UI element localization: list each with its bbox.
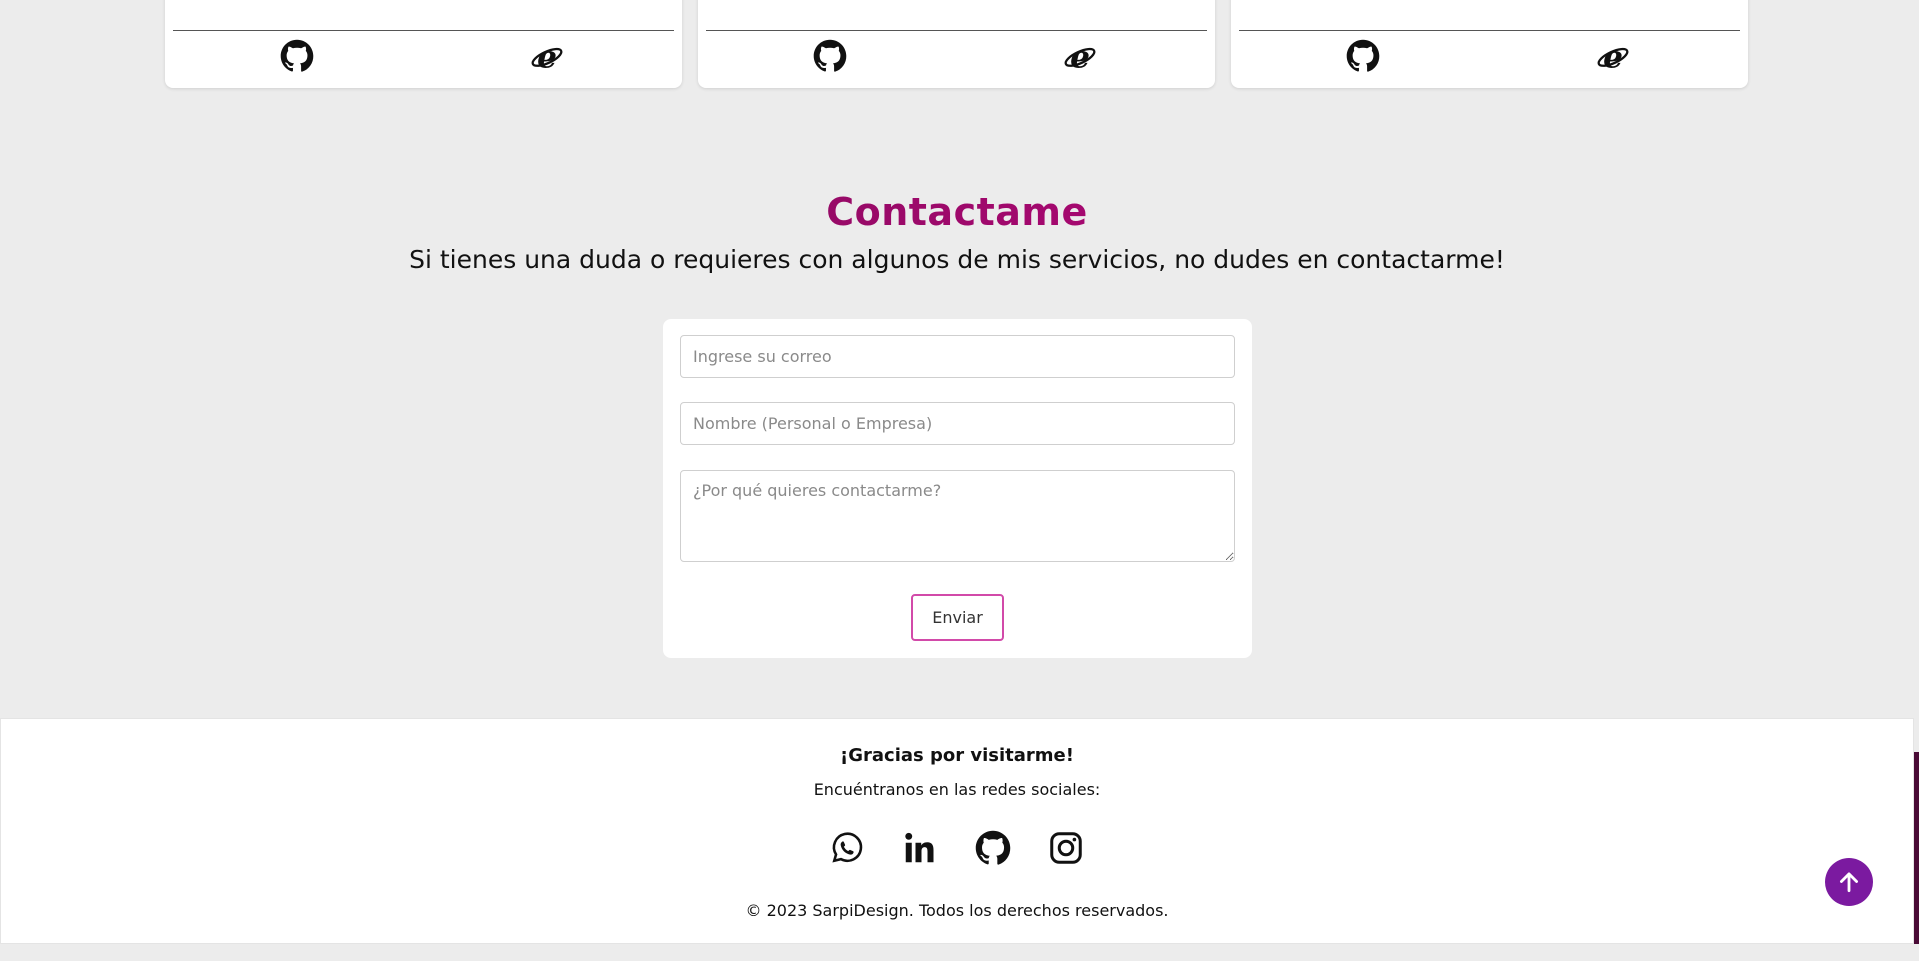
contact-form: Enviar — [663, 319, 1252, 658]
github-icon — [280, 39, 314, 72]
internet-explorer-icon: e — [1597, 39, 1629, 73]
linkedin-icon — [905, 832, 934, 863]
contact-title: Contactame — [0, 190, 1914, 234]
svg-text:e: e — [1070, 39, 1090, 73]
github-icon — [975, 830, 1011, 865]
website-link[interactable]: e — [529, 38, 565, 74]
github-link[interactable] — [975, 828, 1011, 868]
website-link[interactable]: e — [1062, 38, 1098, 74]
card-divider — [706, 30, 1207, 31]
name-field[interactable] — [680, 402, 1235, 445]
card-divider — [1239, 30, 1740, 31]
scroll-to-top-button[interactable] — [1825, 858, 1873, 906]
social-links — [829, 828, 1084, 868]
github-icon — [813, 39, 847, 72]
whatsapp-icon — [832, 832, 863, 863]
arrow-up-icon — [1840, 872, 1858, 893]
footer-copyright: © 2023 SarpiDesign. Todos los derechos r… — [745, 901, 1169, 920]
github-link[interactable] — [1345, 38, 1381, 74]
project-card: e — [1231, 0, 1748, 88]
project-card: e — [165, 0, 682, 88]
message-field[interactable] — [680, 470, 1235, 562]
instagram-link[interactable] — [1048, 828, 1084, 868]
scrollbar-thumb[interactable] — [1914, 752, 1919, 945]
website-link[interactable]: e — [1595, 38, 1631, 74]
github-icon — [1346, 39, 1380, 72]
internet-explorer-icon: e — [531, 39, 563, 73]
whatsapp-link[interactable] — [829, 828, 865, 868]
github-link[interactable] — [279, 38, 315, 74]
github-link[interactable] — [812, 38, 848, 74]
contact-subtitle: Si tienes una duda o requieres con algun… — [409, 245, 1505, 274]
page-bottom — [0, 944, 1919, 961]
card-divider — [173, 30, 674, 31]
footer: ¡Gracias por visitarme! Encuéntranos en … — [0, 718, 1914, 944]
svg-text:e: e — [537, 39, 557, 73]
submit-button[interactable]: Enviar — [911, 594, 1004, 641]
instagram-icon — [1050, 832, 1082, 864]
svg-text:e: e — [1603, 39, 1623, 73]
internet-explorer-icon: e — [1064, 39, 1096, 73]
footer-thanks: ¡Gracias por visitarme! — [840, 745, 1074, 766]
linkedin-link[interactable] — [902, 828, 938, 868]
footer-social-text: Encuéntranos en las redes sociales: — [813, 780, 1101, 799]
email-field[interactable] — [680, 335, 1235, 378]
project-card: e — [698, 0, 1215, 88]
